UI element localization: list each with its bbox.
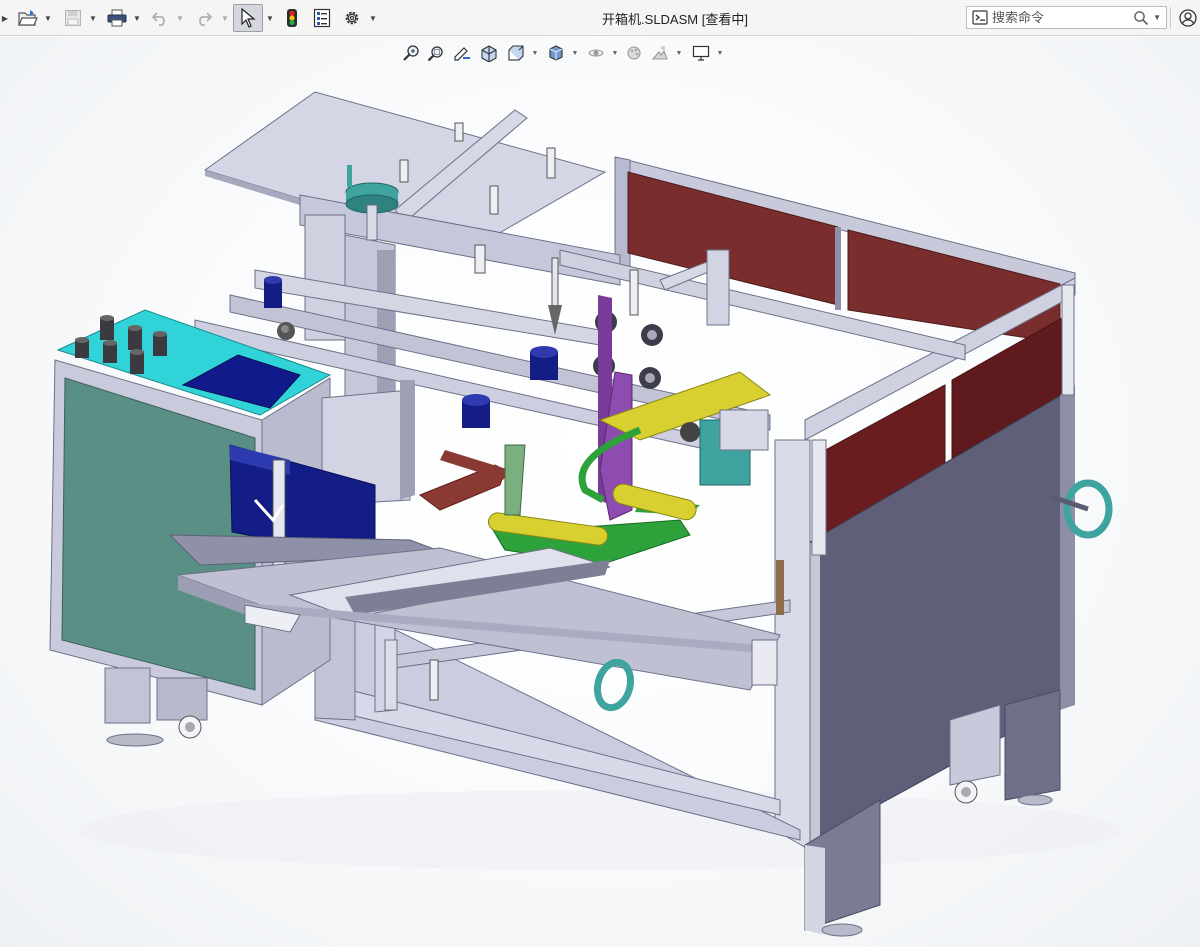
apply-scene-icon	[651, 46, 668, 60]
section-view-button[interactable]	[478, 41, 500, 65]
apply-scene-button[interactable]	[649, 41, 671, 65]
apply-scene-caret[interactable]: ▼	[675, 41, 683, 65]
user-account-button[interactable]	[1176, 4, 1200, 32]
assembly-model	[49, 91, 1120, 937]
zoom-to-area-button[interactable]	[425, 41, 447, 65]
motor-center	[530, 346, 558, 380]
zoom-to-fit-button[interactable]	[400, 41, 422, 65]
previous-view-button[interactable]	[451, 41, 473, 65]
graphics-viewport[interactable]	[0, 37, 1200, 947]
command-bar: ▶ ▼ ▼ ▼ ▼ ▼ ▼ ▼ 开箱机.SLDASM [查看中] 搜索命令 ▼	[0, 0, 1200, 36]
view-settings-caret[interactable]: ▼	[716, 41, 724, 65]
search-dropdown-icon[interactable]: ▼	[1153, 13, 1161, 22]
hide-show-items-caret[interactable]: ▼	[611, 41, 619, 65]
section-view-icon	[481, 45, 497, 62]
view-orientation-caret[interactable]: ▼	[531, 41, 539, 65]
hide-show-items-button[interactable]	[585, 41, 607, 65]
display-style-icon	[549, 45, 563, 61]
search-input[interactable]	[990, 7, 1134, 28]
edit-appearance-button[interactable]	[624, 41, 646, 65]
view-orientation-icon	[508, 45, 524, 61]
motor-left	[264, 276, 282, 308]
command-prompt-icon	[972, 9, 988, 25]
zoom-to-area-icon	[427, 46, 443, 62]
motor-lower	[462, 394, 490, 428]
display-style-caret[interactable]: ▼	[571, 41, 579, 65]
hide-show-items-icon	[588, 49, 604, 57]
view-settings-icon	[692, 45, 710, 61]
zoom-to-fit-icon	[403, 45, 419, 61]
previous-view-icon	[454, 47, 470, 61]
view-orientation-button[interactable]	[505, 41, 527, 65]
search-icon[interactable]	[1133, 10, 1149, 26]
view-settings-button[interactable]	[689, 41, 713, 65]
edit-appearance-icon	[627, 46, 641, 60]
user-icon	[1179, 9, 1197, 27]
display-style-button[interactable]	[545, 41, 567, 65]
command-search[interactable]: ▼	[966, 6, 1167, 29]
